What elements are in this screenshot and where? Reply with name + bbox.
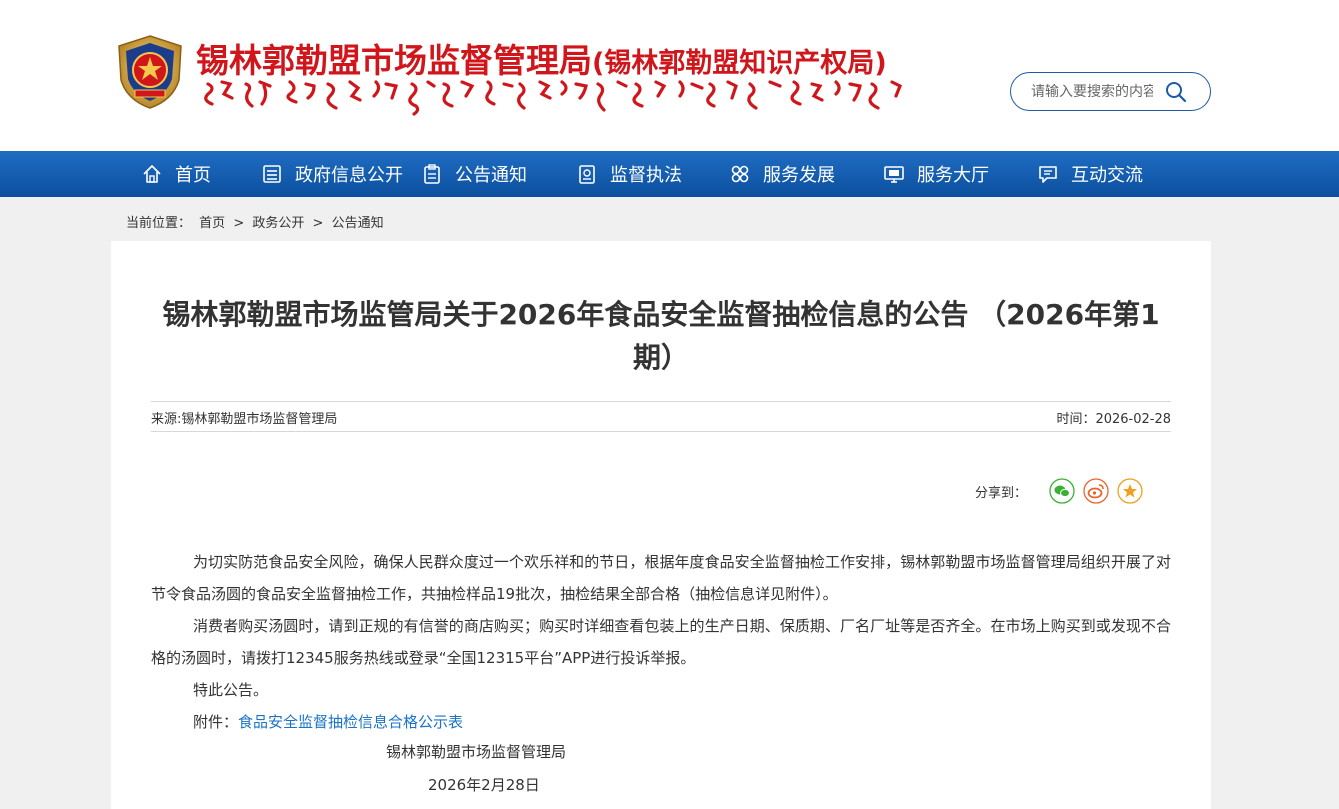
home-icon bbox=[143, 165, 161, 183]
site-title: 锡林郭勒盟市场监督管理局(锡林郭勒盟知识产权局) bbox=[196, 34, 887, 82]
nav-item-service-dev[interactable]: 服务发展 bbox=[729, 151, 835, 197]
nav-item-home[interactable]: 首页 bbox=[141, 151, 211, 197]
article-paragraph: 特此公告。 bbox=[193, 681, 269, 699]
breadcrumb: 当前位置： 首页 > 政务公开 > 公告通知 bbox=[126, 212, 388, 231]
attachment-label: 附件： bbox=[193, 713, 239, 731]
badge-icon bbox=[579, 165, 595, 184]
article-title: 锡林郭勒盟市场监管局关于2026年食品安全监督抽检信息的公告 （2026年第1期… bbox=[162, 298, 1160, 374]
breadcrumb-item-notices[interactable]: 公告通知 bbox=[332, 216, 384, 231]
nav-item-notices[interactable]: 公告通知 bbox=[421, 151, 527, 197]
document-list-icon bbox=[263, 165, 281, 183]
grid-icon bbox=[731, 165, 749, 183]
nav-label: 互动交流 bbox=[1071, 165, 1143, 186]
nav-label: 服务发展 bbox=[763, 165, 835, 186]
nav-label: 公告通知 bbox=[455, 165, 527, 186]
search-box bbox=[1010, 72, 1211, 111]
nav-item-gov-info[interactable]: 政府信息公开 bbox=[261, 151, 403, 197]
nav-item-service-hall[interactable]: 服务大厅 bbox=[883, 151, 989, 197]
search-input[interactable] bbox=[1031, 82, 1153, 102]
share-label: 分享到： bbox=[975, 485, 1028, 501]
nav-item-interaction[interactable]: 互动交流 bbox=[1037, 151, 1143, 197]
site-header: 锡林郭勒盟市场监督管理局(锡林郭勒盟知识产权局) bbox=[0, 0, 1339, 151]
nav-label: 首页 bbox=[175, 165, 211, 186]
breadcrumb-separator: > bbox=[312, 216, 324, 231]
monitor-icon bbox=[884, 166, 904, 183]
article-meta: 来源:锡林郭勒盟市场监督管理局 时间：2026-02-28 bbox=[151, 401, 1171, 432]
wechat-icon[interactable] bbox=[1049, 478, 1075, 504]
article-card: 锡林郭勒盟市场监管局关于2026年食品安全监督抽检信息的公告 （2026年第1期… bbox=[111, 241, 1211, 809]
attachment-line: 附件：食品安全监督抽检信息合格公示表 bbox=[151, 706, 1171, 738]
main-nav: 首页 政府信息公开 公告通知 监督执法 服务发展 服务大厅 互动交流 bbox=[0, 151, 1339, 197]
article-source: 来源:锡林郭勒盟市场监督管理局 bbox=[151, 412, 338, 427]
article-body: 为切实防范食品安全风险，确保人民群众度过一个欢乐祥和的节日，根据年度食品安全监督… bbox=[151, 546, 1171, 738]
breadcrumb-label: 当前位置： bbox=[126, 216, 192, 231]
nav-label: 政府信息公开 bbox=[295, 165, 403, 186]
breadcrumb-item-gov-affairs[interactable]: 政务公开 bbox=[252, 216, 304, 231]
article-date: 2026年2月28日 bbox=[428, 776, 540, 794]
weibo-icon[interactable] bbox=[1083, 478, 1109, 504]
article-signature: 锡林郭勒盟市场监督管理局 bbox=[386, 743, 567, 761]
site-title-main: 锡林郭勒盟市场监督管理局 bbox=[196, 41, 592, 80]
favorite-star-icon[interactable] bbox=[1117, 478, 1143, 504]
search-icon[interactable] bbox=[1163, 79, 1189, 105]
mongolian-script-title bbox=[204, 80, 903, 116]
article-time: 时间：2026-02-28 bbox=[1056, 412, 1171, 427]
breadcrumb-separator: > bbox=[233, 216, 245, 231]
nav-label: 服务大厅 bbox=[917, 165, 989, 186]
chat-icon bbox=[1039, 166, 1057, 183]
article-paragraph: 为切实防范食品安全风险，确保人民群众度过一个欢乐祥和的节日，根据年度食品安全监督… bbox=[151, 553, 1171, 603]
clipboard-icon bbox=[424, 164, 440, 184]
site-title-sub: (锡林郭勒盟知识产权局) bbox=[592, 48, 887, 79]
article-paragraph: 消费者购买汤圆时，请到正规的有信誉的商店购买；购买时详细查看包装上的生产日期、保… bbox=[151, 617, 1171, 667]
nav-label: 监督执法 bbox=[610, 165, 682, 186]
attachment-link[interactable]: 食品安全监督抽检信息合格公示表 bbox=[238, 713, 463, 731]
police-emblem-logo bbox=[118, 35, 182, 109]
nav-item-supervision[interactable]: 监督执法 bbox=[576, 151, 682, 197]
share-bar: 分享到： bbox=[975, 477, 1143, 505]
breadcrumb-item-home[interactable]: 首页 bbox=[199, 216, 225, 231]
